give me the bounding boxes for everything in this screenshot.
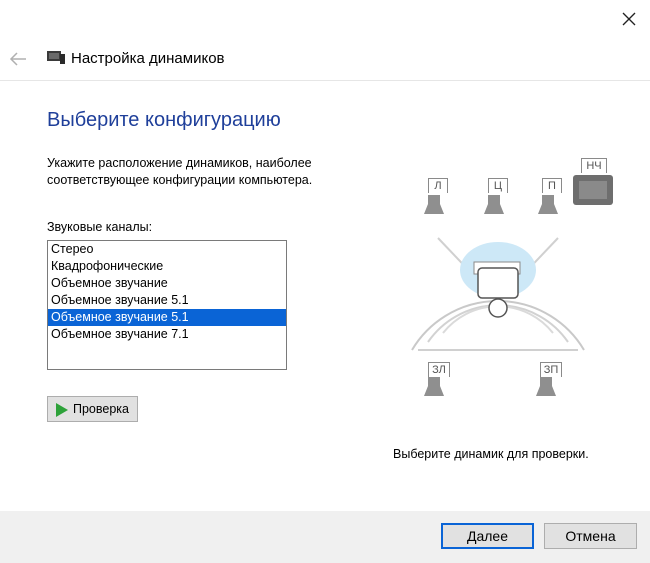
speaker-subwoofer[interactable]: НЧ bbox=[581, 158, 607, 173]
footer: Далее Отмена bbox=[0, 511, 650, 563]
next-button[interactable]: Далее bbox=[441, 523, 534, 549]
channel-item-stereo[interactable]: Стерео bbox=[48, 241, 286, 258]
channel-item-quad[interactable]: Квадрофонические bbox=[48, 258, 286, 275]
page-description: Укажите расположение динамиков, наиболее… bbox=[47, 156, 313, 187]
page-title: Выберите конфигурацию bbox=[47, 109, 281, 131]
channel-item-surround-51[interactable]: Объемное звучание 5.1 bbox=[48, 292, 286, 309]
test-button[interactable]: Проверка bbox=[47, 396, 138, 422]
back-arrow-icon[interactable] bbox=[8, 50, 28, 68]
window-title: Настройка динамиков bbox=[71, 50, 225, 67]
channel-item-surround[interactable]: Объемное звучание bbox=[48, 275, 286, 292]
channels-label: Звуковые каналы: bbox=[47, 220, 153, 234]
channel-item-surround-51-selected[interactable]: Объемное звучание 5.1 bbox=[48, 309, 286, 326]
speaker-front-left[interactable]: Л bbox=[428, 178, 448, 193]
speaker-front-right[interactable]: П bbox=[542, 178, 562, 193]
close-icon[interactable] bbox=[620, 10, 638, 28]
speaker-settings-icon bbox=[47, 51, 65, 64]
speaker-center[interactable]: Ц bbox=[488, 178, 508, 193]
test-button-label: Проверка bbox=[73, 402, 129, 416]
play-icon bbox=[56, 403, 68, 417]
test-hint: Выберите динамик для проверки. bbox=[393, 447, 589, 461]
title-bar bbox=[0, 0, 650, 38]
speaker-diagram: Л Ц П НЧ ЗЛ ЗП bbox=[398, 150, 628, 410]
speaker-rear-right[interactable]: ЗП bbox=[540, 362, 562, 377]
channels-listbox[interactable]: Стерео Квадрофонические Объемное звучани… bbox=[47, 240, 287, 370]
speaker-rear-left[interactable]: ЗЛ bbox=[428, 362, 450, 377]
channel-item-surround-71[interactable]: Объемное звучание 7.1 bbox=[48, 326, 286, 343]
header: Настройка динамиков bbox=[0, 38, 650, 81]
cancel-button[interactable]: Отмена bbox=[544, 523, 637, 549]
